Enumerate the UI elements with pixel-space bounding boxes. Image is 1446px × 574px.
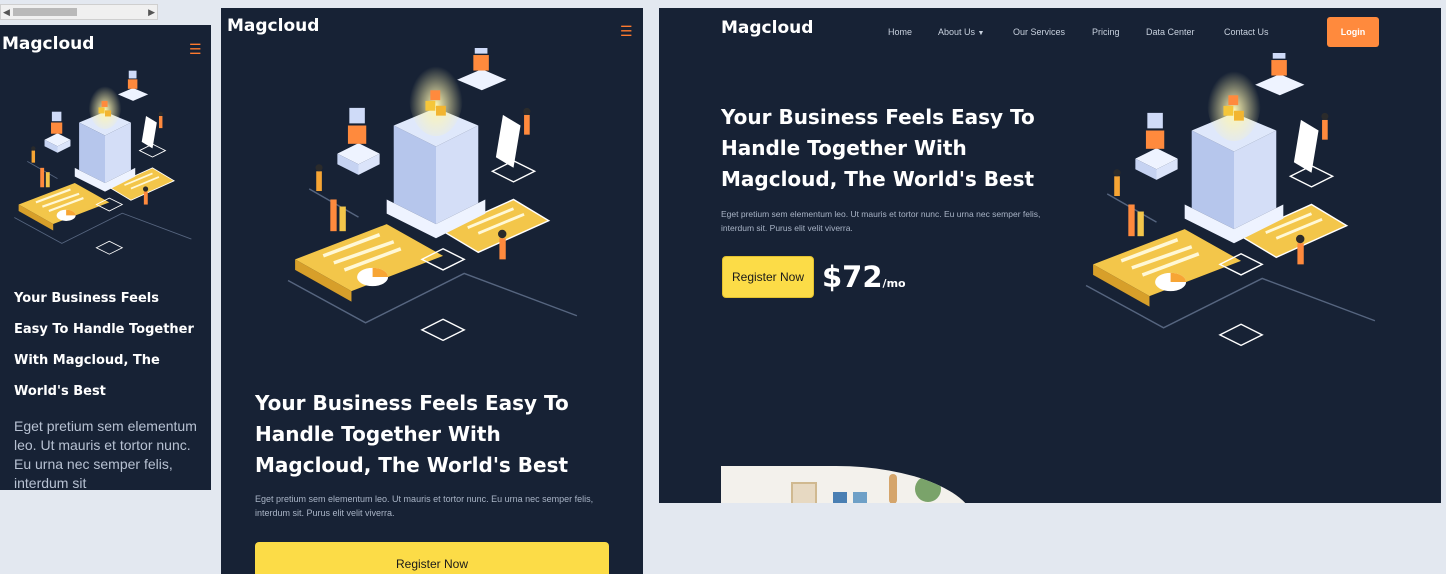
- nav-item-contact-us[interactable]: Contact Us: [1224, 27, 1269, 37]
- nav-item-pricing[interactable]: Pricing: [1092, 27, 1120, 37]
- price-tag: $72/mo: [822, 260, 906, 294]
- horizontal-scrollbar[interactable]: ◀ ▶: [0, 4, 158, 20]
- picture-frame: [853, 492, 867, 503]
- nav-item-home[interactable]: Home: [888, 27, 912, 37]
- plant-decoration: [915, 476, 941, 502]
- nav-item-about-us-label: About Us: [938, 27, 976, 37]
- hamburger-menu-icon[interactable]: ☰: [189, 42, 202, 56]
- picture-frame: [791, 482, 817, 503]
- nav-item-our-services[interactable]: Our Services: [1013, 27, 1065, 37]
- isometric-cloud-illustration: [13, 69, 193, 256]
- hero-title: Your Business Feels Easy To Handle Toget…: [255, 391, 569, 477]
- chevron-down-icon: ▼: [977, 30, 985, 37]
- hero-title: Your Business Feels Easy To Handle Toget…: [14, 291, 194, 399]
- isometric-cloud-illustration: [286, 48, 579, 343]
- scroll-left-arrow-icon[interactable]: ◀: [3, 7, 10, 18]
- isometric-cloud-illustration: [1084, 53, 1377, 348]
- nav-item-data-center[interactable]: Data Center: [1146, 27, 1195, 37]
- about-section-image: [721, 466, 976, 503]
- brand-logo[interactable]: Magcloud: [721, 18, 813, 38]
- price-value: $72: [822, 260, 883, 294]
- figurine-decoration: [889, 474, 897, 503]
- brand-logo[interactable]: Magcloud: [2, 34, 94, 54]
- scrollbar-thumb[interactable]: [13, 8, 77, 16]
- tablet-viewport: Magcloud ☰ Your Business Feels Easy To H…: [221, 8, 643, 574]
- hero-title: Your Business Feels Easy To Handle Toget…: [721, 105, 1035, 191]
- hamburger-menu-icon[interactable]: ☰: [620, 24, 633, 38]
- picture-frame: [833, 492, 847, 503]
- hero-description: Eget pretium sem elementum leo. Ut mauri…: [14, 418, 197, 490]
- price-unit: /mo: [882, 277, 906, 290]
- scroll-right-arrow-icon[interactable]: ▶: [148, 7, 155, 18]
- login-button[interactable]: Login: [1327, 17, 1379, 47]
- register-now-button[interactable]: Register Now: [722, 256, 814, 298]
- hero-description: Eget pretium sem elementum leo. Ut mauri…: [721, 209, 1041, 233]
- desktop-viewport: Magcloud Home About Us ▼ Our Services Pr…: [659, 8, 1441, 503]
- mobile-small-viewport: Magcloud ☰ Your Business Feels Easy To H…: [0, 25, 211, 490]
- register-now-button[interactable]: Register Now: [255, 542, 609, 574]
- brand-logo[interactable]: Magcloud: [227, 16, 319, 36]
- nav-item-about-us[interactable]: About Us ▼: [938, 27, 984, 37]
- hero-description: Eget pretium sem elementum leo. Ut mauri…: [255, 494, 594, 518]
